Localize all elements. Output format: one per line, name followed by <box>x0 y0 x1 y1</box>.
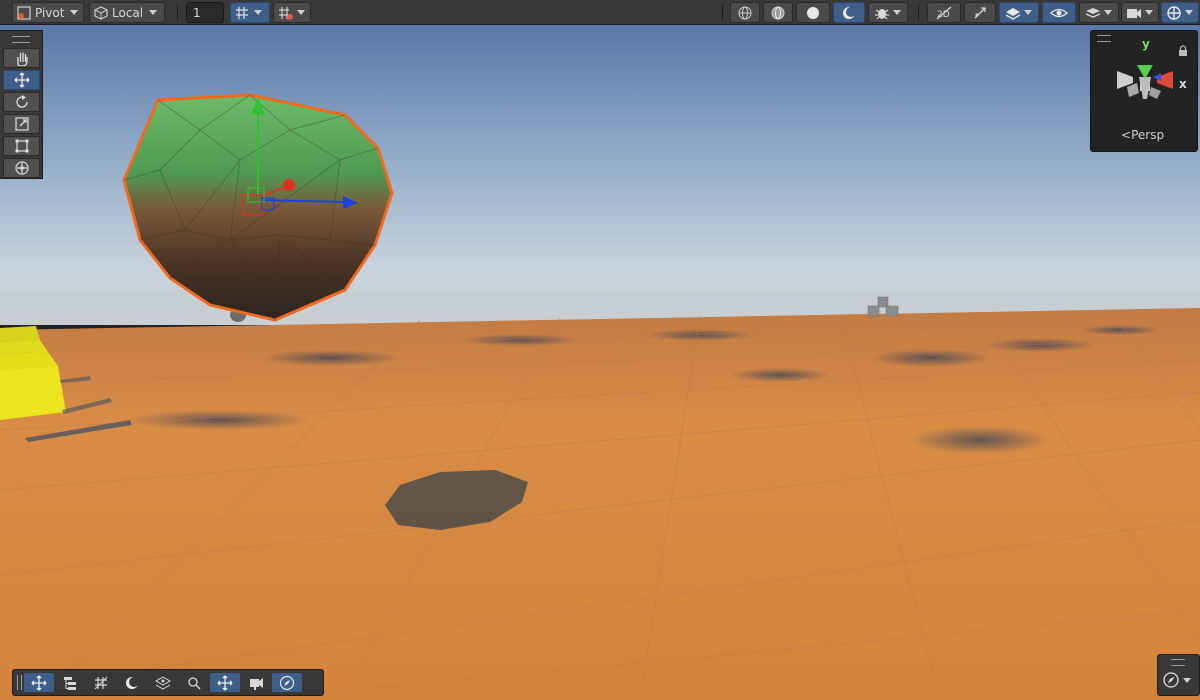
chevron-down-icon <box>297 10 305 15</box>
navigation-overlay-button[interactable] <box>272 673 302 692</box>
rect-transform-icon <box>15 139 28 153</box>
layers-overlay-button[interactable] <box>148 673 178 692</box>
unlit-button[interactable] <box>796 2 830 23</box>
move-icon <box>31 675 47 690</box>
2d-toggle-icon: 2D <box>936 6 952 20</box>
layers-dropdown[interactable] <box>1079 2 1119 23</box>
visibility-toggle[interactable] <box>1042 2 1076 23</box>
debug-draw-dropdown[interactable] <box>868 2 908 23</box>
toolbar-divider <box>722 4 723 21</box>
effects-icon <box>1005 7 1021 20</box>
hierarchy-overlay-button[interactable] <box>55 673 85 692</box>
toolbar-divider <box>918 4 919 21</box>
projection-toggle[interactable]: <Persp <box>1121 128 1164 142</box>
perspective-icon: < <box>1121 128 1132 142</box>
layers-icon <box>155 675 171 690</box>
camera-icon <box>1127 8 1141 18</box>
grid-overlay-button[interactable] <box>86 673 116 692</box>
shaded-wireframe-button[interactable] <box>763 2 793 23</box>
hand-icon <box>16 52 28 66</box>
chevron-down-icon <box>149 10 158 15</box>
drag-handle[interactable] <box>17 675 22 690</box>
increment-snap-toggle[interactable] <box>273 2 311 23</box>
scene-toolbar: Pivot Local 1 2D <box>0 0 1200 25</box>
tools-overlay <box>0 30 43 179</box>
chevron-down-icon <box>254 10 262 15</box>
lighting-toggle-icon <box>974 6 986 18</box>
projection-label: Persp <box>1131 128 1165 142</box>
move-icon <box>217 675 233 690</box>
orientation-gizmo[interactable]: y x <Persp <box>1090 30 1198 152</box>
axis-gizmo-icon[interactable] <box>1103 39 1187 119</box>
pivot-icon <box>17 5 31 20</box>
drag-handle[interactable] <box>12 36 30 43</box>
gizmos-dropdown[interactable] <box>1161 2 1199 23</box>
visibility-eye-icon <box>1050 8 1068 17</box>
bottom-overlay-toolbar <box>12 669 324 696</box>
grid-snap-toggle[interactable] <box>230 2 270 23</box>
chevron-down-icon <box>1185 10 1193 15</box>
navigation-mode-dropdown[interactable] <box>1162 670 1196 690</box>
drag-handle[interactable] <box>1171 659 1185 666</box>
chevron-down-icon <box>1024 10 1032 15</box>
layers-icon <box>1085 7 1101 18</box>
wireframe-shading-icon <box>738 6 752 19</box>
scale-icon <box>14 117 29 131</box>
hierarchy-icon <box>64 676 76 690</box>
pivot-label: Pivot <box>35 5 65 20</box>
camera-dropdown[interactable] <box>1121 2 1159 23</box>
shading-overlay-button[interactable] <box>117 673 147 692</box>
move-tool-button[interactable] <box>3 70 40 90</box>
search-overlay-button[interactable] <box>179 673 209 692</box>
scale-tool-button[interactable] <box>3 114 40 134</box>
transform-overlay-button[interactable] <box>24 673 54 692</box>
rotate-icon <box>15 95 28 108</box>
chevron-down-icon <box>1145 10 1153 15</box>
transform-tool-button[interactable] <box>3 158 40 178</box>
search-icon <box>188 676 201 690</box>
toolbar-divider <box>177 4 178 21</box>
effects-dropdown[interactable] <box>999 2 1039 23</box>
grid-snap-value-field[interactable]: 1 <box>186 2 224 23</box>
2d-toggle[interactable]: 2D <box>927 2 961 23</box>
compass-icon <box>279 675 295 690</box>
transform-icon <box>14 161 29 175</box>
chevron-down-icon <box>893 10 901 15</box>
axis-x-label: x <box>1179 77 1187 91</box>
local-label: Local <box>112 5 144 20</box>
chevron-down-icon <box>70 10 79 15</box>
navigation-overlay <box>1157 654 1200 696</box>
lighting-toggle[interactable] <box>964 2 996 23</box>
shaded-wireframe-icon <box>771 6 785 19</box>
pivot-dropdown[interactable]: Pivot <box>12 2 84 23</box>
unlit-shading-icon <box>807 6 819 19</box>
debug-draw-icon <box>875 8 889 19</box>
svg-text:2D: 2D <box>937 10 950 20</box>
grid-snap-icon <box>236 6 248 19</box>
camera-icon <box>250 677 263 690</box>
local-dropdown[interactable]: Local <box>89 2 165 23</box>
wireframe-button[interactable] <box>730 2 760 23</box>
move-overlay-button[interactable] <box>210 673 240 692</box>
compass-icon <box>1163 672 1179 688</box>
local-cube-icon <box>94 5 108 20</box>
grid-icon <box>94 676 108 689</box>
increment-snap-icon <box>279 6 293 20</box>
axis-y-label: y <box>1142 37 1150 51</box>
move-icon <box>14 72 29 88</box>
rect-tool-button[interactable] <box>3 136 40 156</box>
camera-overlay-button[interactable] <box>241 673 271 692</box>
rotate-tool-button[interactable] <box>3 92 40 112</box>
shaded-icon <box>126 676 139 689</box>
view-tool-button[interactable] <box>3 48 40 68</box>
gizmos-icon <box>1167 5 1181 20</box>
shaded-icon <box>843 6 856 19</box>
scene-viewport[interactable] <box>0 0 1200 700</box>
chevron-down-icon <box>1104 10 1112 15</box>
shaded-button[interactable] <box>833 2 865 23</box>
chevron-down-icon <box>1183 677 1191 683</box>
